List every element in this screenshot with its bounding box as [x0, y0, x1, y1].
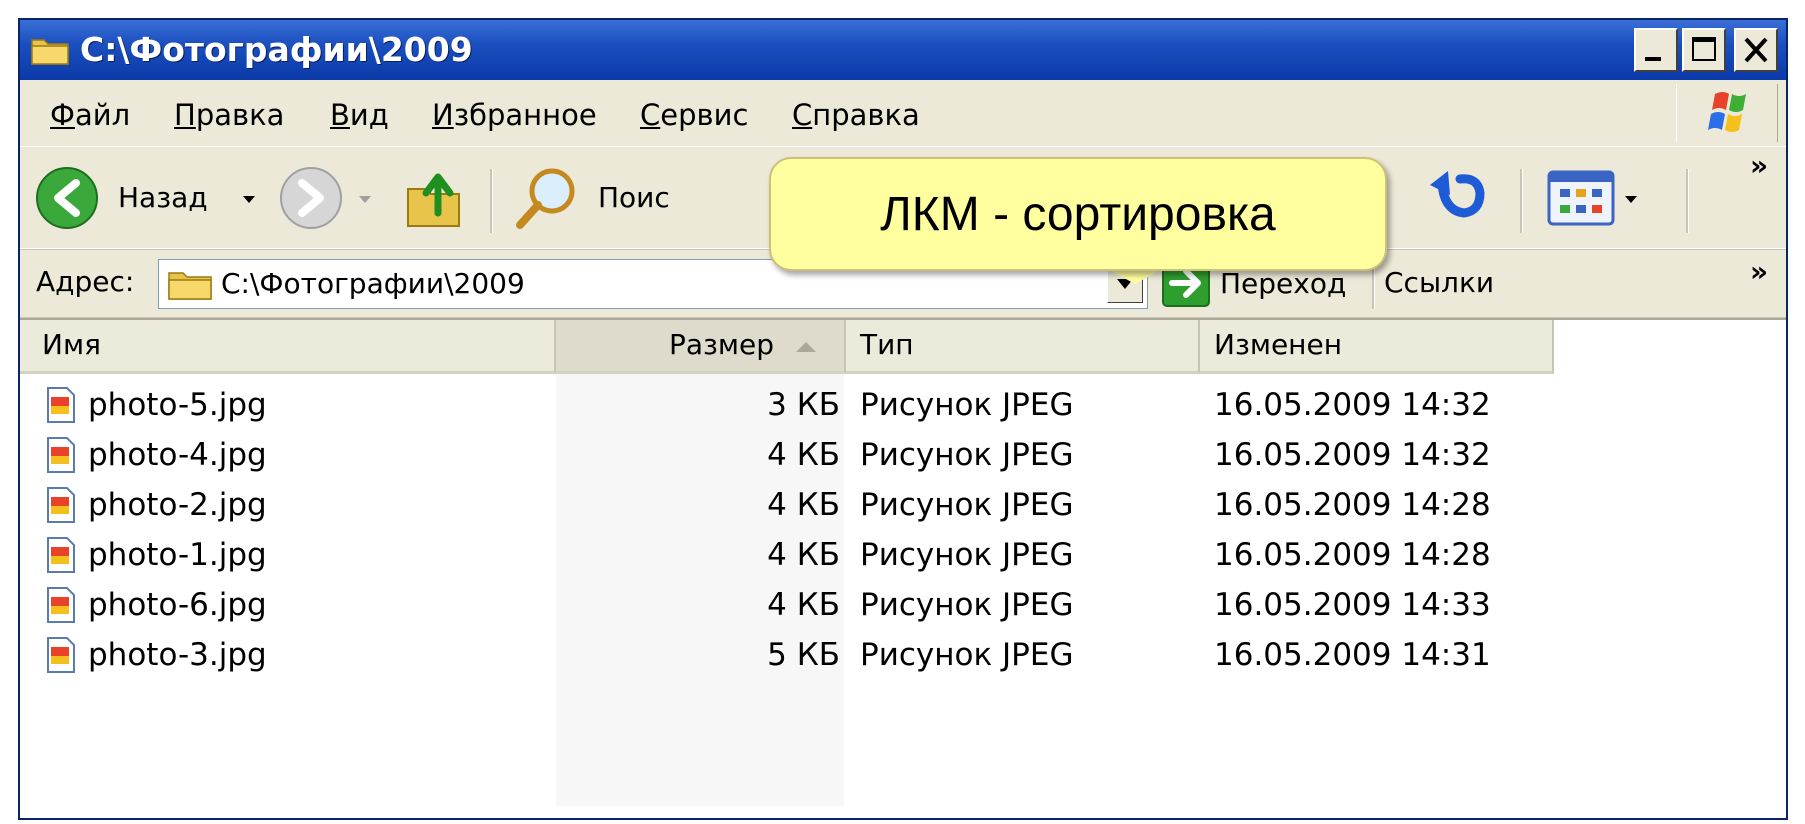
up-folder-button[interactable] [400, 163, 470, 233]
jpeg-file-icon [47, 487, 75, 523]
toolbar-separator [1520, 169, 1523, 233]
file-modified: 16.05.2009 14:28 [1214, 537, 1491, 573]
close-icon [1744, 37, 1768, 63]
search-button[interactable]: Поис [512, 163, 692, 233]
views-button[interactable] [1546, 169, 1666, 229]
menu-help[interactable]: Справка [792, 98, 920, 132]
links-label[interactable]: Ссылки [1384, 266, 1494, 300]
column-header-modified[interactable]: Изменен [1200, 320, 1554, 374]
menu-tools[interactable]: Сервис [640, 98, 748, 132]
menu-favorites[interactable]: Избранное [432, 98, 597, 132]
folder-icon [168, 272, 212, 300]
toolbar-separator [1686, 169, 1689, 233]
column-header-modified-label: Изменен [1214, 328, 1343, 361]
close-button[interactable] [1734, 28, 1778, 72]
column-header-type-label: Тип [860, 328, 914, 361]
file-name: photo-3.jpg [88, 637, 267, 673]
file-name: photo-4.jpg [88, 437, 267, 473]
file-name: photo-6.jpg [88, 587, 267, 623]
forward-button[interactable] [278, 165, 378, 231]
file-modified: 16.05.2009 14:33 [1214, 587, 1491, 623]
column-header-type[interactable]: Тип [846, 320, 1200, 374]
minimize-button[interactable] [1634, 28, 1678, 72]
file-modified: 16.05.2009 14:28 [1214, 487, 1491, 523]
file-name: photo-2.jpg [88, 487, 267, 523]
views-dropdown-icon [1625, 196, 1637, 203]
file-row[interactable]: photo-4.jpg 4 КБ Рисунок JPEG 16.05.2009… [20, 430, 1786, 480]
file-size: 3 КБ [767, 387, 840, 423]
file-size: 4 КБ [767, 437, 840, 473]
file-type: Рисунок JPEG [860, 437, 1074, 473]
column-header-name-label: Имя [42, 328, 101, 361]
jpeg-file-icon [47, 637, 75, 673]
file-modified: 16.05.2009 14:32 [1214, 437, 1491, 473]
jpeg-file-icon [47, 587, 75, 623]
windows-flag-icon [1708, 92, 1746, 132]
folder-up-icon [407, 173, 460, 227]
file-type: Рисунок JPEG [860, 537, 1074, 573]
undo-icon [1430, 171, 1485, 218]
column-header-size-label: Размер [668, 328, 774, 361]
column-header-name[interactable]: Имя [20, 320, 556, 374]
file-row[interactable]: photo-2.jpg 4 КБ Рисунок JPEG 16.05.2009… [20, 480, 1786, 530]
file-type: Рисунок JPEG [860, 637, 1074, 673]
file-row[interactable]: photo-5.jpg 3 КБ Рисунок JPEG 16.05.2009… [20, 380, 1786, 430]
undo-button[interactable] [1422, 163, 1492, 233]
folder-icon [31, 39, 69, 65]
jpeg-file-icon [47, 537, 75, 573]
menu-bar: Файл Правка Вид Избранное Сервис Справка [20, 80, 1786, 147]
back-button[interactable]: Назад [34, 165, 272, 231]
file-modified: 16.05.2009 14:32 [1214, 387, 1491, 423]
maximize-button[interactable] [1682, 28, 1726, 72]
views-icon [1547, 170, 1615, 226]
menu-file[interactable]: Файл [50, 98, 130, 132]
file-list: Имя Размер Тип Изменен photo-5.jpg 3 КБ … [20, 318, 1786, 818]
file-name: photo-1.jpg [88, 537, 267, 573]
minimize-icon [1645, 57, 1661, 61]
toolbar-separator [490, 169, 493, 233]
menu-view[interactable]: Вид [330, 98, 389, 132]
title-bar[interactable]: C:\Фотографии\2009 [20, 20, 1786, 80]
explorer-window: C:\Фотографии\2009 Файл Правка Вид Избра… [18, 18, 1788, 820]
sort-tooltip: ЛКМ - сортировка [769, 157, 1387, 271]
file-row[interactable]: photo-1.jpg 4 КБ Рисунок JPEG 16.05.2009… [20, 530, 1786, 580]
file-size: 4 КБ [767, 487, 840, 523]
file-type: Рисунок JPEG [860, 487, 1074, 523]
file-size: 4 КБ [767, 537, 840, 573]
file-name: photo-5.jpg [88, 387, 267, 423]
file-type: Рисунок JPEG [860, 387, 1074, 423]
file-size: 4 КБ [767, 587, 840, 623]
forward-dropdown-icon [359, 196, 371, 203]
file-size: 5 КБ [767, 637, 840, 673]
search-icon [516, 168, 575, 229]
jpeg-file-icon [47, 387, 75, 423]
file-type: Рисунок JPEG [860, 587, 1074, 623]
windows-logo [1676, 84, 1778, 142]
toolbar-overflow-chevron[interactable]: » [1750, 149, 1768, 183]
file-row[interactable]: photo-6.jpg 4 КБ Рисунок JPEG 16.05.2009… [20, 580, 1786, 630]
search-label: Поис [598, 181, 670, 214]
back-label: Назад [118, 181, 208, 214]
maximize-icon [1692, 37, 1716, 61]
file-modified: 16.05.2009 14:31 [1214, 637, 1491, 673]
address-label: Адрес: [36, 265, 135, 298]
address-value: C:\Фотографии\2009 [221, 267, 525, 300]
column-header-size[interactable]: Размер [556, 320, 846, 374]
sort-ascending-icon [796, 342, 816, 352]
tooltip-text: ЛКМ - сортировка [880, 188, 1276, 241]
back-dropdown-icon [243, 196, 255, 203]
links-overflow-chevron[interactable]: » [1750, 255, 1768, 289]
menu-edit[interactable]: Правка [174, 98, 284, 132]
forward-arrow-icon [280, 167, 342, 229]
back-arrow-icon [36, 167, 98, 229]
window-title: C:\Фотографии\2009 [80, 30, 473, 69]
file-row[interactable]: photo-3.jpg 5 КБ Рисунок JPEG 16.05.2009… [20, 630, 1786, 680]
go-label: Переход [1220, 267, 1347, 300]
jpeg-file-icon [47, 437, 75, 473]
